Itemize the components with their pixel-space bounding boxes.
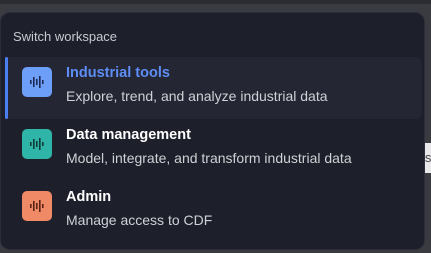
workspace-item-data-management[interactable]: Data management Model, integrate, and tr… [5, 119, 422, 181]
workspace-item-industrial-tools[interactable]: Industrial tools Explore, trend, and ana… [5, 57, 422, 119]
workspace-item-admin[interactable]: Admin Manage access to CDF [5, 181, 422, 243]
switch-workspace-menu: Switch workspace Industrial tools Explor… [0, 12, 425, 250]
workspace-description: Manage access to CDF [66, 212, 213, 228]
workspace-description: Explore, trend, and analyze industrial d… [66, 88, 328, 104]
workspace-title: Data management [66, 127, 191, 143]
workspace-title: Industrial tools [66, 65, 170, 81]
waveform-icon [22, 191, 52, 221]
workspace-description: Model, integrate, and transform industri… [66, 150, 352, 166]
workspace-title: Admin [66, 189, 112, 205]
active-indicator [5, 57, 8, 119]
waveform-icon [22, 67, 52, 97]
top-border [0, 0, 431, 4]
waveform-icon [22, 129, 52, 159]
menu-header: Switch workspace [13, 29, 118, 44]
